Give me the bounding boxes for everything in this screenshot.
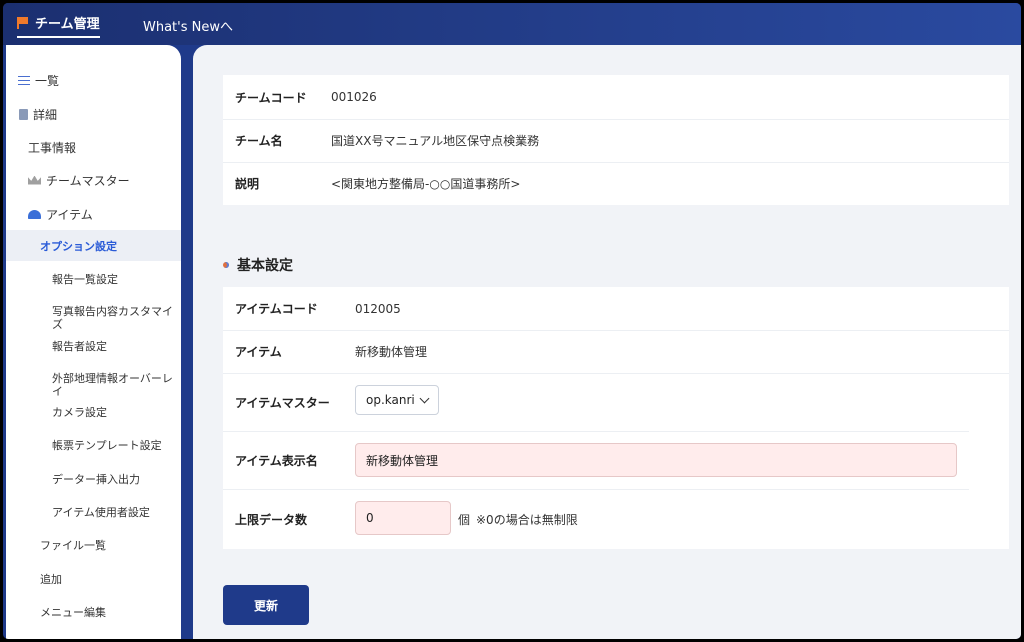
item-code-label: アイテムコード	[235, 302, 318, 316]
sidebar-item-item-users[interactable]: アイテム使用者設定	[6, 497, 181, 527]
limit-unit: 個	[458, 512, 471, 527]
basic-settings-card: アイテムコード 012005 アイテム 新移動体管理 アイテムマスター op.k…	[223, 287, 1009, 549]
sidebar: 一覧 詳細 工事情報 チームマスター アイテム オプション設定 報告一覧設定 写…	[6, 45, 181, 639]
app-window: チーム管理 What's Newへ 一覧 詳細 工事情報 チームマスター アイテ…	[0, 0, 1024, 642]
sidebar-item-photo-report[interactable]: 写真報告内容カスタマイズ	[6, 297, 181, 331]
sidebar-item-camera[interactable]: カメラ設定	[6, 397, 181, 427]
sidebar-item-geo-overlay[interactable]: 外部地理情報オーバーレイ	[6, 364, 181, 398]
team-desc-value: <関東地方整備局-○○国道事務所>	[331, 177, 521, 191]
display-name-row: アイテム表示名 新移動体管理	[223, 431, 1009, 489]
sidebar-item-list[interactable]: 一覧	[6, 65, 181, 95]
limit-note: ※0の場合は無制限	[476, 512, 578, 527]
sidebar-item-add[interactable]: 追加	[6, 564, 181, 594]
display-name-input[interactable]: 新移動体管理	[355, 443, 957, 477]
item-master-row: アイテムマスター op.kanri	[223, 373, 1009, 431]
chevron-down-icon	[419, 393, 430, 404]
sidebar-item-label: チームマスター	[46, 173, 130, 188]
team-desc-row: 説明 <関東地方整備局-○○国道事務所>	[223, 162, 1009, 205]
team-code-value: 001026	[331, 90, 377, 104]
main-content: チームコード 001026 チーム名 国道XX号マニュアル地区保守点検業務 説明…	[193, 45, 1021, 639]
team-name-label: チーム名	[235, 134, 283, 148]
limit-row: 上限データ数 0 個 ※0の場合は無制限	[223, 489, 1009, 549]
team-info-card: チームコード 001026 チーム名 国道XX号マニュアル地区保守点検業務 説明…	[223, 75, 1009, 205]
list-icon	[18, 75, 30, 85]
sidebar-item-label: データー挿入出力	[52, 473, 140, 486]
team-code-row: チームコード 001026	[223, 75, 1009, 119]
update-button[interactable]: 更新	[223, 585, 309, 625]
sidebar-item-label: 一覧	[35, 73, 60, 88]
sidebar-item-form-template[interactable]: 帳票テンプレート設定	[6, 430, 181, 460]
sidebar-item-label: カメラ設定	[52, 406, 107, 419]
item-value: 新移動体管理	[355, 345, 428, 359]
sidebar-item-item[interactable]: アイテム	[6, 199, 181, 229]
item-code-value: 012005	[355, 301, 401, 316]
limit-input[interactable]: 0	[355, 501, 451, 535]
sidebar-item-option-settings[interactable]: オプション設定	[6, 230, 181, 261]
sidebar-item-label: 報告一覧設定	[52, 273, 118, 286]
whats-new-link[interactable]: What's Newへ	[143, 16, 233, 35]
team-desc-label: 説明	[235, 177, 260, 191]
sidebar-item-label: オプション設定	[40, 239, 117, 253]
crown-icon	[28, 175, 41, 185]
display-name-label: アイテム表示名	[235, 453, 318, 468]
item-row: アイテム 新移動体管理	[223, 330, 1009, 373]
limit-input-value: 0	[366, 511, 374, 525]
sidebar-item-reporter[interactable]: 報告者設定	[6, 331, 181, 361]
team-name-row: チーム名 国道XX号マニュアル地区保守点検業務	[223, 119, 1009, 162]
sidebar-item-label: 外部地理情報オーバーレイ	[52, 372, 173, 398]
item-master-select[interactable]: op.kanri	[355, 385, 439, 415]
sidebar-item-file-list[interactable]: ファイル一覧	[6, 530, 181, 560]
item-master-label: アイテムマスター	[235, 395, 330, 410]
sidebar-item-label: 報告者設定	[52, 340, 107, 353]
sidebar-item-label: アイテム使用者設定	[52, 506, 150, 519]
document-icon	[19, 108, 28, 120]
sidebar-item-report-list[interactable]: 報告一覧設定	[6, 264, 181, 294]
helmet-icon	[28, 209, 41, 219]
bullet-icon	[223, 262, 229, 268]
sidebar-item-construction[interactable]: 工事情報	[6, 132, 181, 162]
top-bar: チーム管理 What's Newへ	[3, 3, 1021, 45]
sidebar-item-detail[interactable]: 詳細	[6, 99, 181, 129]
sidebar-item-data-io[interactable]: データー挿入出力	[6, 464, 181, 494]
sidebar-item-label: 帳票テンプレート設定	[52, 439, 162, 452]
brand-tab[interactable]: チーム管理	[17, 13, 100, 38]
sidebar-item-label: 追加	[40, 573, 62, 586]
item-master-selected: op.kanri	[366, 393, 415, 407]
sidebar-item-label: 詳細	[33, 107, 58, 122]
sidebar-item-label: ファイル一覧	[40, 539, 106, 552]
sidebar-item-label: 写真報告内容カスタマイズ	[52, 305, 173, 331]
sidebar-item-label: 工事情報	[28, 140, 77, 155]
section-title-basic: 基本設定	[223, 255, 293, 275]
team-name-value: 国道XX号マニュアル地区保守点検業務	[331, 134, 540, 148]
flag-icon	[17, 16, 29, 29]
team-code-label: チームコード	[235, 90, 307, 105]
sidebar-item-team-master[interactable]: チームマスター	[6, 165, 181, 195]
item-label: アイテム	[235, 345, 282, 359]
display-name-input-value: 新移動体管理	[366, 453, 439, 468]
item-code-row: アイテムコード 012005	[223, 287, 1009, 330]
limit-label: 上限データ数	[235, 512, 308, 527]
brand-label: チーム管理	[35, 17, 100, 32]
section-title-text: 基本設定	[237, 258, 293, 274]
sidebar-item-label: アイテム	[46, 207, 93, 222]
sidebar-item-menu-edit[interactable]: メニュー編集	[6, 597, 181, 627]
sidebar-item-label: メニュー編集	[40, 606, 106, 619]
